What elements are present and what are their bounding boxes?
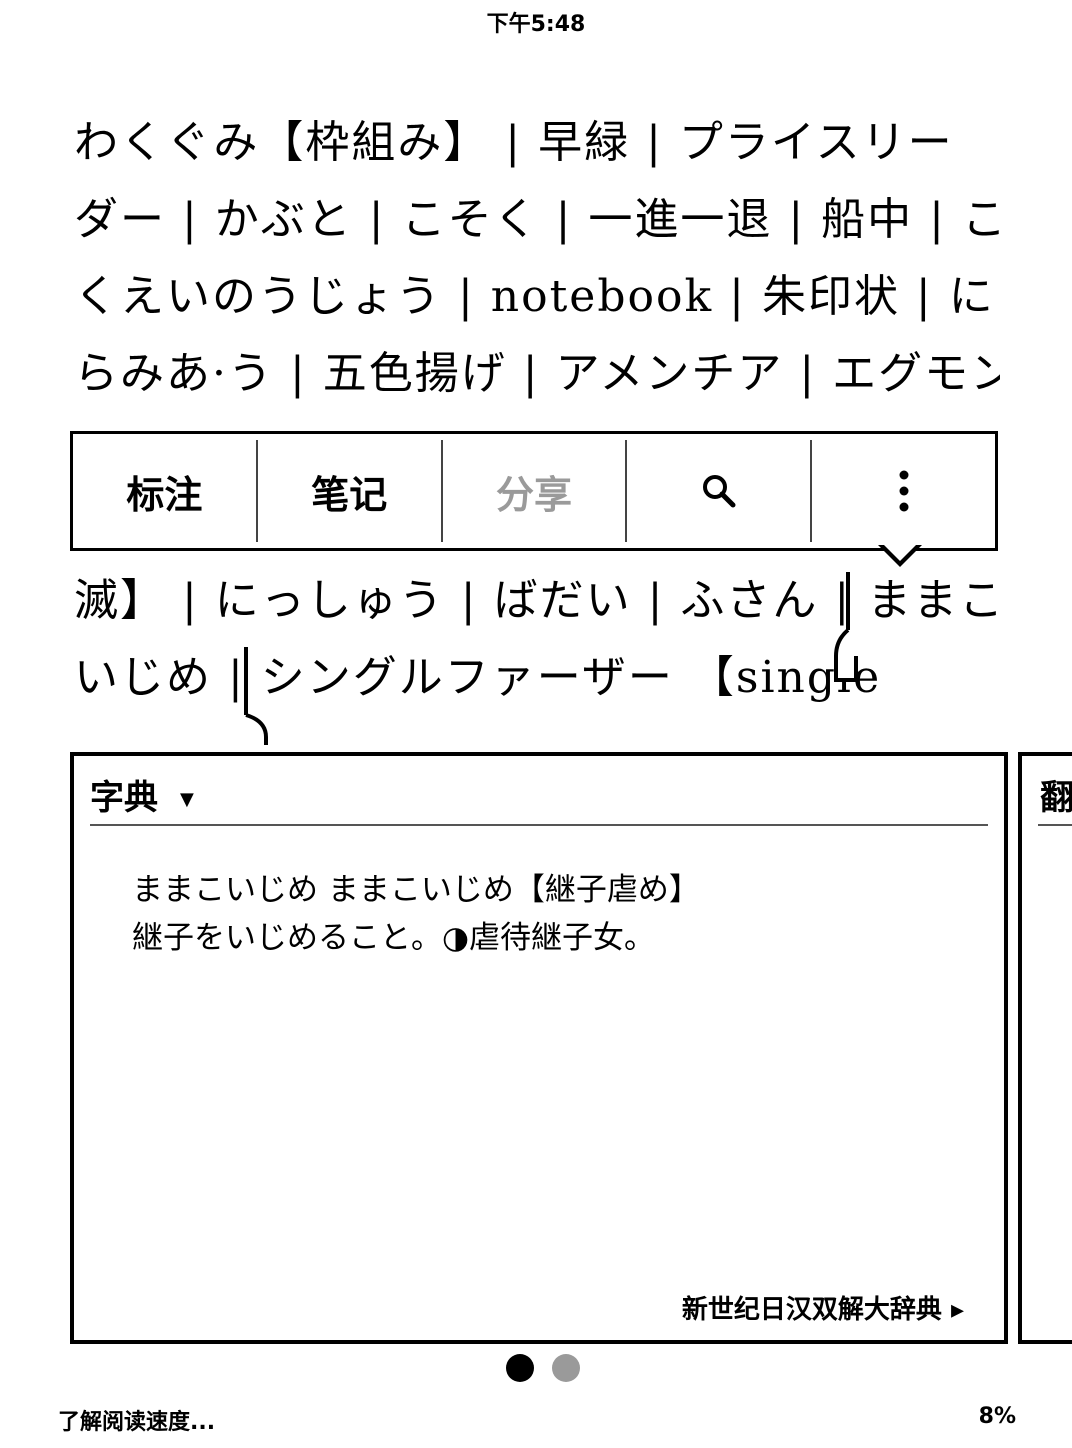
text-line: ダー | かぶと | こそく | 一進一退 | 船中 | こ [74, 194, 1000, 245]
toolbar-pointer-fill [881, 542, 919, 561]
note-button[interactable]: 笔记 [258, 440, 443, 542]
selection-end-handle[interactable] [236, 645, 280, 745]
progress-percent: 8% [978, 1404, 1016, 1429]
translation-title: 翻 [1040, 778, 1072, 818]
divider [90, 824, 988, 826]
page-indicator [506, 1354, 580, 1382]
text-line: くえいのうじょう | notebook | 朱印状 | に [74, 271, 995, 322]
page-dot[interactable] [552, 1354, 580, 1382]
dictionary-entry: ままこいじめ ままこいじめ【継子虐め】 継子をいじめること。◑虐待継子女。 [132, 866, 700, 962]
entry-headword: ままこいじめ ままこいじめ【継子虐め】 [132, 872, 700, 908]
reading-speed-label[interactable]: 了解阅读速度... [58, 1404, 215, 1436]
dictionary-panel[interactable]: 字典 ▼ ままこいじめ ままこいじめ【継子虐め】 継子をいじめること。◑虐待継子女… [70, 752, 1008, 1344]
divider [1038, 824, 1072, 826]
search-icon [702, 475, 736, 508]
selection-toolbar: 标注 笔记 分享 [70, 431, 998, 551]
text-line: わくぐみ【枠組み】 | 早緑 | プライスリー [74, 117, 954, 168]
reading-text-top: わくぐみ【枠組み】 | 早緑 | プライスリー ダー | かぶと | こそく |… [74, 104, 1000, 412]
dropdown-arrow-icon: ▼ [180, 789, 194, 810]
dictionary-selector[interactable]: 字典 ▼ [90, 770, 194, 819]
selection-start-handle[interactable] [826, 570, 866, 700]
entry-definition: 継子をいじめること。◑虐待継子女。 [132, 920, 656, 956]
status-time: 下午5:48 [486, 12, 586, 37]
dictionary-title: 字典 [90, 778, 158, 818]
highlight-button[interactable]: 标注 [73, 440, 258, 542]
search-button[interactable] [627, 440, 813, 542]
dictionary-source-link[interactable]: 新世纪日汉双解大辞典 ▸ [682, 1289, 964, 1326]
translation-panel[interactable]: 翻 [1018, 752, 1072, 1344]
share-button[interactable]: 分享 [443, 440, 628, 542]
more-vertical-icon [899, 470, 909, 512]
text-line: らみあ·う | 五色揚げ | アメンチア | エグモン [74, 348, 1000, 399]
more-button[interactable] [812, 440, 995, 542]
page-dot-active[interactable] [506, 1354, 534, 1382]
